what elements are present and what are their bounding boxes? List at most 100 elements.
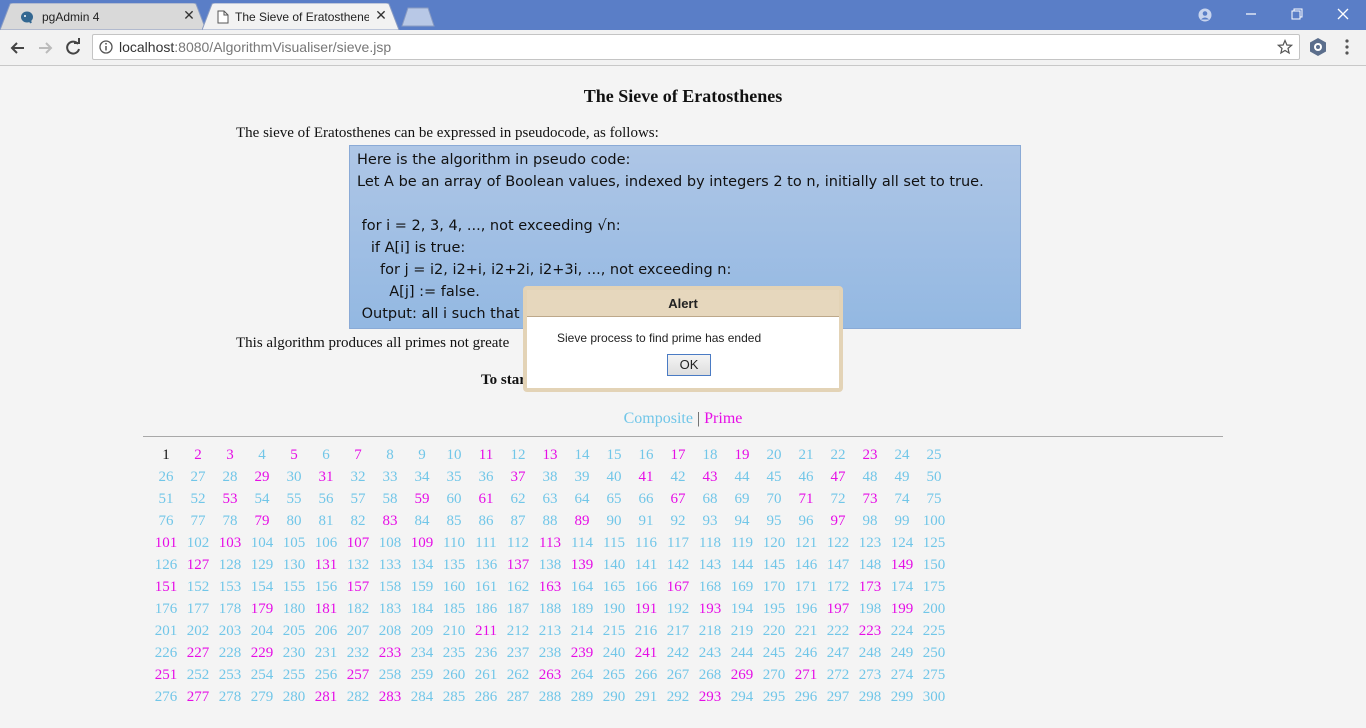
composite-number-cell: 180 <box>282 601 306 617</box>
composite-number-cell: 8 <box>386 447 394 463</box>
composite-number-cell: 102 <box>186 535 210 551</box>
prime-number-cell: 53 <box>222 491 238 507</box>
extension-icon[interactable] <box>1308 37 1328 57</box>
menu-icon[interactable] <box>1343 39 1351 57</box>
composite-number-cell: 154 <box>250 579 274 595</box>
prime-number-cell: 103 <box>218 535 242 551</box>
composite-number-cell: 264 <box>570 667 594 683</box>
composite-number-cell: 38 <box>542 469 558 485</box>
composite-number-cell: 252 <box>186 667 210 683</box>
prime-number-cell: 43 <box>702 469 718 485</box>
composite-number-cell: 234 <box>410 645 434 661</box>
prime-number-cell: 2 <box>194 447 202 463</box>
composite-number-cell: 290 <box>602 689 626 705</box>
tab-sieve[interactable]: The Sieve of Eratosthenes ✕ <box>202 3 402 30</box>
legend: Composite | Prime <box>0 410 1366 428</box>
composite-number-cell: 299 <box>890 689 914 705</box>
composite-number-cell: 177 <box>186 601 210 617</box>
composite-number-cell: 15 <box>606 447 622 463</box>
ok-button[interactable]: OK <box>667 354 711 376</box>
composite-number-cell: 236 <box>474 645 498 661</box>
composite-number-cell: 273 <box>858 667 882 683</box>
restore-button[interactable] <box>1274 0 1320 28</box>
close-window-button[interactable] <box>1320 0 1366 28</box>
description-text: This algorithm produces all primes not g… <box>236 335 510 351</box>
composite-number-cell: 256 <box>314 667 338 683</box>
composite-number-cell: 140 <box>602 557 626 573</box>
composite-number-cell: 141 <box>634 557 658 573</box>
new-tab-button[interactable] <box>400 7 436 27</box>
legend-prime-link[interactable]: Prime <box>704 410 742 427</box>
url-host: localhost <box>119 39 175 55</box>
prime-number-cell: 23 <box>862 447 878 463</box>
composite-number-cell: 36 <box>478 469 494 485</box>
info-icon[interactable] <box>99 40 113 54</box>
composite-number-cell: 92 <box>670 513 686 529</box>
composite-number-cell: 119 <box>731 535 753 551</box>
legend-composite-link[interactable]: Composite <box>624 410 693 427</box>
forward-button[interactable] <box>33 36 57 60</box>
prime-number-cell: 173 <box>858 579 882 595</box>
composite-number-cell: 76 <box>158 513 174 529</box>
reload-button[interactable] <box>61 36 85 60</box>
composite-number-cell: 35 <box>446 469 462 485</box>
reload-icon <box>66 38 80 55</box>
composite-number-cell: 253 <box>218 667 242 683</box>
composite-number-cell: 245 <box>762 645 786 661</box>
close-icon[interactable]: ✕ <box>182 8 196 22</box>
composite-number-cell: 56 <box>318 491 334 507</box>
alert-message: Sieve process to find prime has ended <box>557 331 762 345</box>
composite-number-cell: 262 <box>506 667 530 683</box>
composite-number-cell: 275 <box>922 667 946 683</box>
prime-number-cell: 11 <box>478 447 494 463</box>
composite-number-cell: 117 <box>667 535 689 551</box>
composite-number-cell: 114 <box>571 535 593 551</box>
composite-number-cell: 42 <box>670 469 686 485</box>
composite-number-cell: 196 <box>794 601 818 617</box>
composite-number-cell: 46 <box>798 469 814 485</box>
composite-number-cell: 75 <box>926 491 942 507</box>
tab-pgadmin[interactable]: pgAdmin 4 ✕ <box>0 3 210 30</box>
address-bar[interactable]: localhost:8080/AlgorithmVisualiser/sieve… <box>92 34 1300 60</box>
composite-number-cell: 144 <box>730 557 754 573</box>
composite-number-cell: 220 <box>762 623 786 639</box>
prime-number-cell: 167 <box>666 579 690 595</box>
composite-number-cell: 28 <box>222 469 238 485</box>
composite-number-cell: 300 <box>922 689 946 705</box>
composite-number-cell: 258 <box>378 667 402 683</box>
code-line: for j = i2, i2+i, i2+2i, i2+3i, ..., not… <box>357 262 732 278</box>
composite-number-cell: 298 <box>858 689 882 705</box>
prime-number-cell: 251 <box>154 667 178 683</box>
profile-icon[interactable] <box>1182 0 1228 28</box>
composite-number-cell: 95 <box>766 513 782 529</box>
composite-number-cell: 195 <box>762 601 786 617</box>
composite-number-cell: 55 <box>286 491 302 507</box>
composite-number-cell: 242 <box>666 645 690 661</box>
composite-number-cell: 128 <box>218 557 242 573</box>
prime-number-cell: 47 <box>830 469 846 485</box>
composite-number-cell: 288 <box>538 689 562 705</box>
composite-number-cell: 232 <box>346 645 370 661</box>
composite-number-cell: 111 <box>475 535 497 551</box>
composite-number-cell: 93 <box>702 513 718 529</box>
composite-number-cell: 213 <box>538 623 562 639</box>
composite-number-cell: 129 <box>250 557 274 573</box>
composite-number-cell: 164 <box>570 579 594 595</box>
composite-number-cell: 30 <box>286 469 302 485</box>
composite-number-cell: 207 <box>346 623 370 639</box>
composite-number-cell: 82 <box>350 513 366 529</box>
composite-number-cell: 49 <box>894 469 910 485</box>
close-icon[interactable]: ✕ <box>374 8 388 22</box>
composite-number-cell: 133 <box>378 557 402 573</box>
composite-number-cell: 25 <box>926 447 942 463</box>
composite-number-cell: 40 <box>606 469 622 485</box>
back-button[interactable] <box>6 36 30 60</box>
composite-number-cell: 225 <box>922 623 946 639</box>
prime-number-cell: 79 <box>254 513 270 529</box>
composite-number-cell: 123 <box>858 535 882 551</box>
composite-number-cell: 142 <box>666 557 690 573</box>
minimize-button[interactable] <box>1228 0 1274 28</box>
composite-number-cell: 189 <box>570 601 594 617</box>
star-icon[interactable] <box>1277 39 1293 55</box>
composite-number-cell: 68 <box>702 491 718 507</box>
